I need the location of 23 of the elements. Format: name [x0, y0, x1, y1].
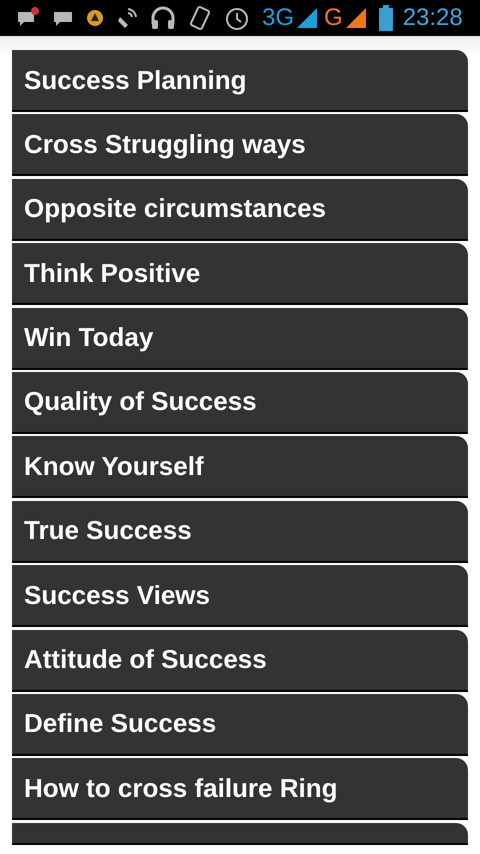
satellite-icon: [116, 7, 138, 29]
list-item[interactable]: How to cross failure Ring: [12, 758, 468, 820]
rotate-phone-icon: [188, 4, 212, 32]
list-item[interactable]: Win Today: [12, 308, 468, 370]
battery-icon: [378, 5, 393, 31]
list-item[interactable]: Success Planning: [12, 50, 468, 112]
warning-icon: [86, 9, 104, 27]
signal-icon: [344, 7, 367, 29]
signal-icon: [296, 7, 318, 29]
clock-time: 23:28: [402, 4, 463, 32]
alarm-clock-icon: [224, 5, 250, 31]
list-item[interactable]: Know Yourself: [12, 436, 468, 498]
list-item[interactable]: True Success: [12, 500, 468, 563]
list-item[interactable]: Opposite circumstances: [12, 178, 468, 241]
list-item[interactable]: Cross Struggling ways: [12, 114, 468, 176]
list-item[interactable]: Success Views: [12, 565, 468, 628]
network-type: 3G: [262, 4, 294, 32]
network-type: G: [324, 4, 343, 32]
list-item[interactable]: Quality of Success: [12, 372, 468, 434]
headphones-icon: [150, 6, 176, 30]
list-item[interactable]: Attitude of Success: [12, 630, 468, 692]
list-item[interactable]: Define Success: [12, 694, 468, 756]
list-item[interactable]: Think Positive: [12, 243, 468, 306]
